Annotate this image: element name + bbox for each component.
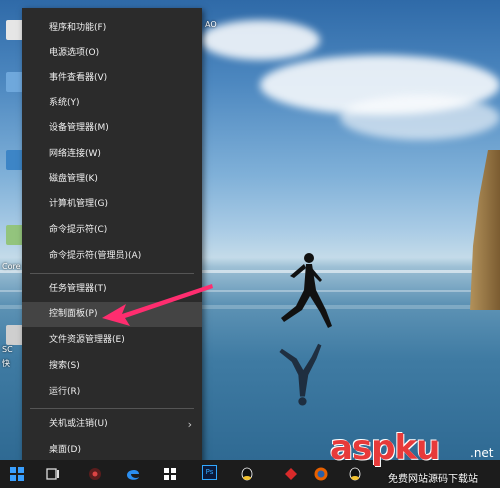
- chevron-right-icon: ›: [187, 418, 192, 431]
- menu-item-system[interactable]: 系统(Y): [22, 91, 202, 116]
- windows-logo-icon: [10, 467, 24, 481]
- task-view-icon: [46, 468, 59, 480]
- menu-separator: [30, 408, 194, 409]
- desktop-label: AO: [205, 20, 217, 29]
- menu-item-device-manager[interactable]: 设备管理器(M): [22, 116, 202, 141]
- watermark-subtitle: 免费网站源码下载站: [388, 474, 478, 485]
- photoshop-icon[interactable]: Ps: [202, 465, 217, 480]
- edge-icon: [127, 469, 139, 480]
- task-view-button[interactable]: [38, 460, 68, 488]
- menu-item-command-prompt-admin[interactable]: 命令提示符(管理员)(A): [22, 244, 202, 269]
- menu-item-programs-features[interactable]: 程序和功能(F): [22, 16, 202, 41]
- app-icon: [89, 468, 101, 480]
- watermark-brand: aspku: [330, 428, 440, 468]
- cliff: [470, 150, 500, 310]
- watermark: aspku .net 免费网站源码下载站: [330, 428, 500, 485]
- menu-item-network-connections[interactable]: 网络连接(W): [22, 142, 202, 167]
- taskbar-game[interactable]: [276, 460, 306, 488]
- runner-reflection: [279, 343, 322, 406]
- desktop-label: Core: [2, 262, 21, 271]
- menu-item-command-prompt[interactable]: 命令提示符(C): [22, 218, 202, 243]
- cloud: [200, 20, 320, 60]
- menu-item-search[interactable]: 搜索(S): [22, 354, 202, 379]
- start-button[interactable]: [2, 460, 32, 488]
- menu-item-power-options[interactable]: 电源选项(O): [22, 41, 202, 66]
- qq-icon: [241, 467, 253, 481]
- cloud: [340, 95, 500, 140]
- menu-item-shutdown-signout[interactable]: 关机或注销(U) ›: [22, 412, 202, 437]
- power-user-menu: 程序和功能(F) 电源选项(O) 事件查看器(V) 系统(Y) 设备管理器(M)…: [22, 8, 202, 472]
- desktop-label: SC: [2, 345, 13, 354]
- menu-item-file-explorer[interactable]: 文件资源管理器(E): [22, 328, 202, 353]
- store-icon: [164, 468, 176, 480]
- watermark-suffix: .net: [470, 446, 494, 460]
- menu-separator: [30, 273, 194, 274]
- menu-item-run[interactable]: 运行(R): [22, 380, 202, 405]
- game-icon: [285, 468, 297, 480]
- taskbar-store[interactable]: [155, 460, 185, 488]
- menu-item-disk-management[interactable]: 磁盘管理(K): [22, 167, 202, 192]
- firefox-icon: [314, 467, 328, 481]
- menu-item-computer-management[interactable]: 计算机管理(G): [22, 192, 202, 217]
- taskbar-app[interactable]: [80, 460, 110, 488]
- runner-silhouette: [281, 253, 332, 328]
- taskbar-qq[interactable]: [232, 460, 262, 488]
- desktop-label: 快: [2, 359, 10, 368]
- menu-item-label: 关机或注销(U): [49, 419, 108, 429]
- taskbar-edge[interactable]: [118, 460, 148, 488]
- annotation-arrow-icon: [102, 284, 213, 326]
- menu-item-event-viewer[interactable]: 事件查看器(V): [22, 66, 202, 91]
